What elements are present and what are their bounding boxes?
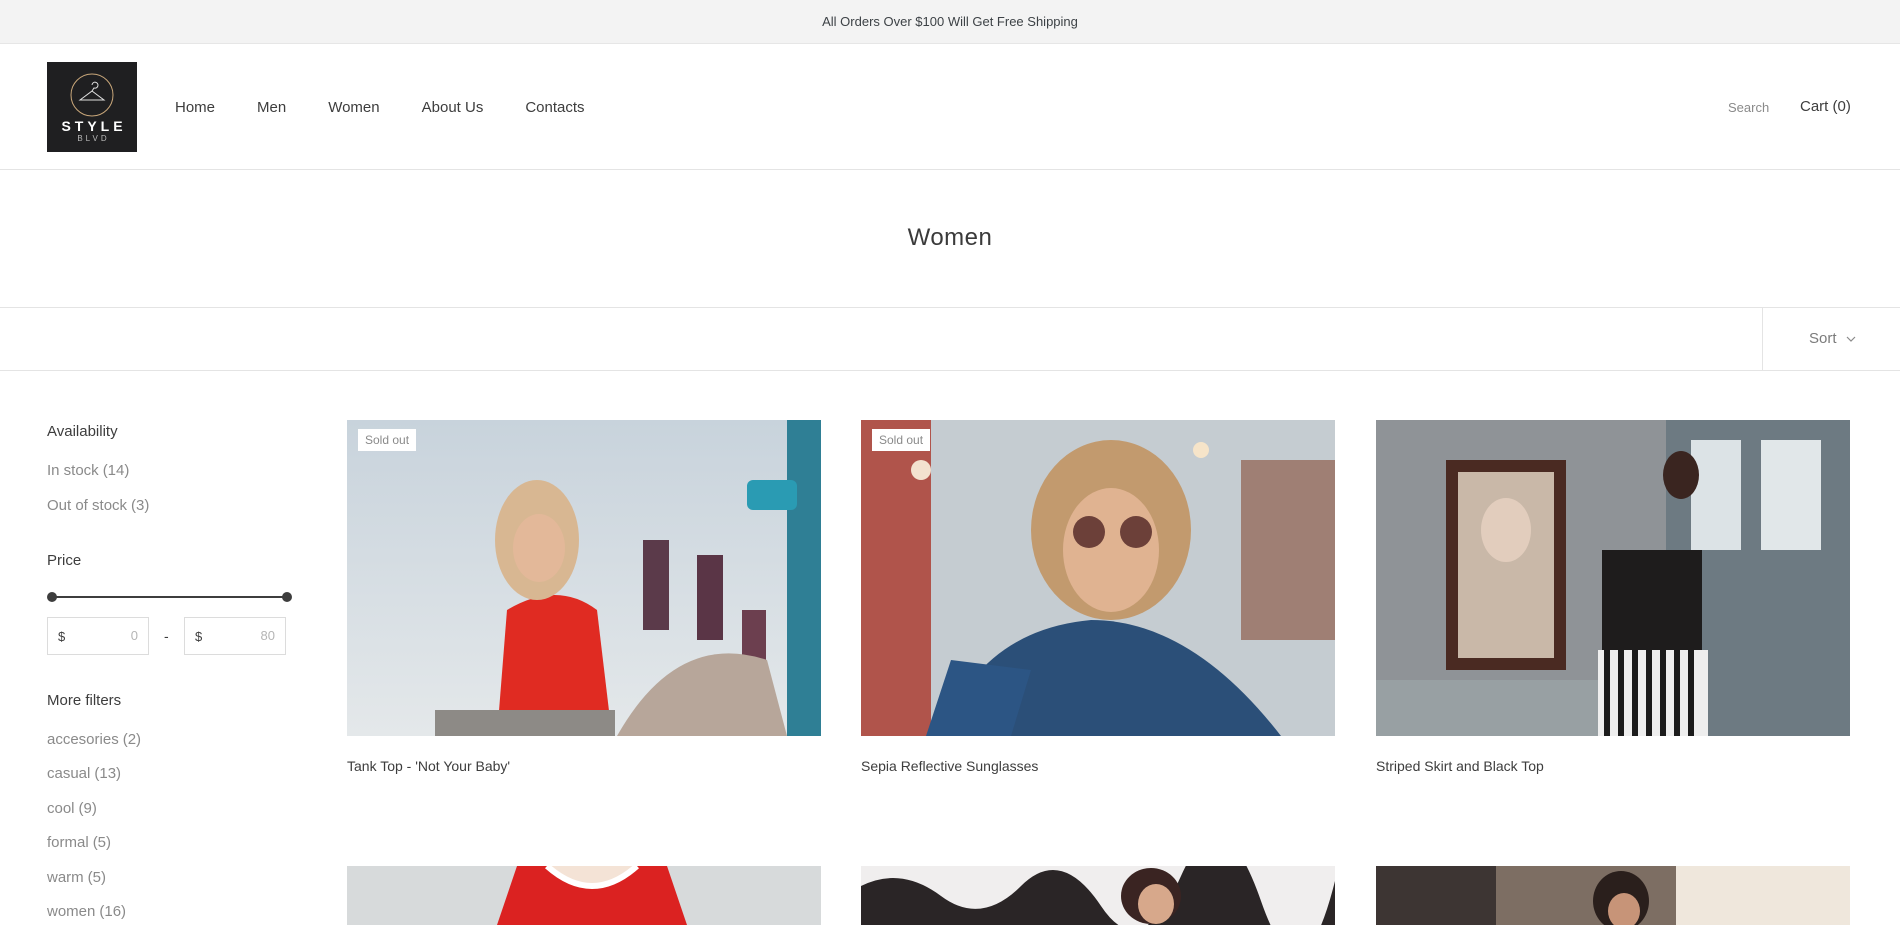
slider-handle-max[interactable]: [282, 592, 292, 602]
nav-men[interactable]: Men: [257, 99, 286, 116]
chevron-down-icon: [1846, 336, 1856, 342]
filter-heading-more: More filters: [47, 692, 122, 709]
product-image[interactable]: [347, 420, 821, 736]
price-separator: -: [164, 628, 169, 644]
filter-option-formal[interactable]: formal (5): [47, 834, 111, 851]
cart-link[interactable]: Cart (0): [1800, 98, 1851, 115]
nav-about-us[interactable]: About Us: [422, 99, 484, 116]
filter-option-out-of-stock[interactable]: Out of stock (3): [47, 497, 149, 514]
nav-contacts[interactable]: Contacts: [525, 99, 584, 116]
page-title: Women: [907, 224, 993, 251]
slider-track: [51, 596, 285, 598]
logo-subtext: BLVD: [77, 134, 110, 143]
filter-option-accesories[interactable]: accesories (2): [47, 731, 141, 748]
product-title[interactable]: Tank Top - 'Not Your Baby': [347, 758, 510, 774]
search-link[interactable]: Search: [1728, 100, 1769, 115]
sold-out-badge: Sold out: [358, 429, 417, 451]
store-logo[interactable]: STYLE BLVD: [47, 62, 137, 152]
price-max-field[interactable]: $: [184, 617, 286, 655]
site-header: STYLE BLVD Home Men Women About Us Conta…: [0, 44, 1900, 170]
filter-option-women[interactable]: women (16): [47, 903, 126, 920]
filter-option-warm[interactable]: warm (5): [47, 869, 106, 886]
product-image[interactable]: [861, 866, 1335, 925]
product-image[interactable]: [347, 866, 821, 925]
filter-heading-price: Price: [47, 552, 82, 569]
announcement-text: All Orders Over $100 Will Get Free Shipp…: [822, 14, 1078, 29]
filter-option-in-stock[interactable]: In stock (14): [47, 462, 129, 479]
nav-home[interactable]: Home: [175, 99, 215, 116]
hanger-icon: [70, 73, 114, 117]
price-range-slider[interactable]: [47, 591, 292, 603]
product-image[interactable]: [1376, 866, 1850, 925]
slider-handle-min[interactable]: [47, 592, 57, 602]
sold-out-badge: Sold out: [872, 429, 931, 451]
collection-toolbar: Sort: [0, 307, 1900, 371]
filter-option-cool[interactable]: cool (9): [47, 800, 97, 817]
sort-button[interactable]: Sort: [1762, 308, 1900, 370]
main-nav: Home Men Women About Us Contacts: [175, 99, 627, 116]
sort-label: Sort: [1809, 330, 1837, 347]
filter-heading-availability: Availability: [47, 423, 118, 440]
filter-option-casual[interactable]: casual (13): [47, 765, 121, 782]
product-title[interactable]: Sepia Reflective Sunglasses: [861, 758, 1038, 774]
announcement-bar: All Orders Over $100 Will Get Free Shipp…: [0, 0, 1900, 44]
logo-wordmark: STYLE: [61, 118, 127, 134]
currency-symbol: $: [58, 629, 66, 644]
product-image[interactable]: [861, 420, 1335, 736]
currency-symbol: $: [195, 629, 203, 644]
price-max-input[interactable]: [211, 627, 277, 644]
price-min-input[interactable]: [74, 627, 140, 644]
nav-women[interactable]: Women: [328, 99, 379, 116]
price-min-field[interactable]: $: [47, 617, 149, 655]
product-title[interactable]: Striped Skirt and Black Top: [1376, 758, 1544, 774]
product-image[interactable]: [1376, 420, 1850, 736]
